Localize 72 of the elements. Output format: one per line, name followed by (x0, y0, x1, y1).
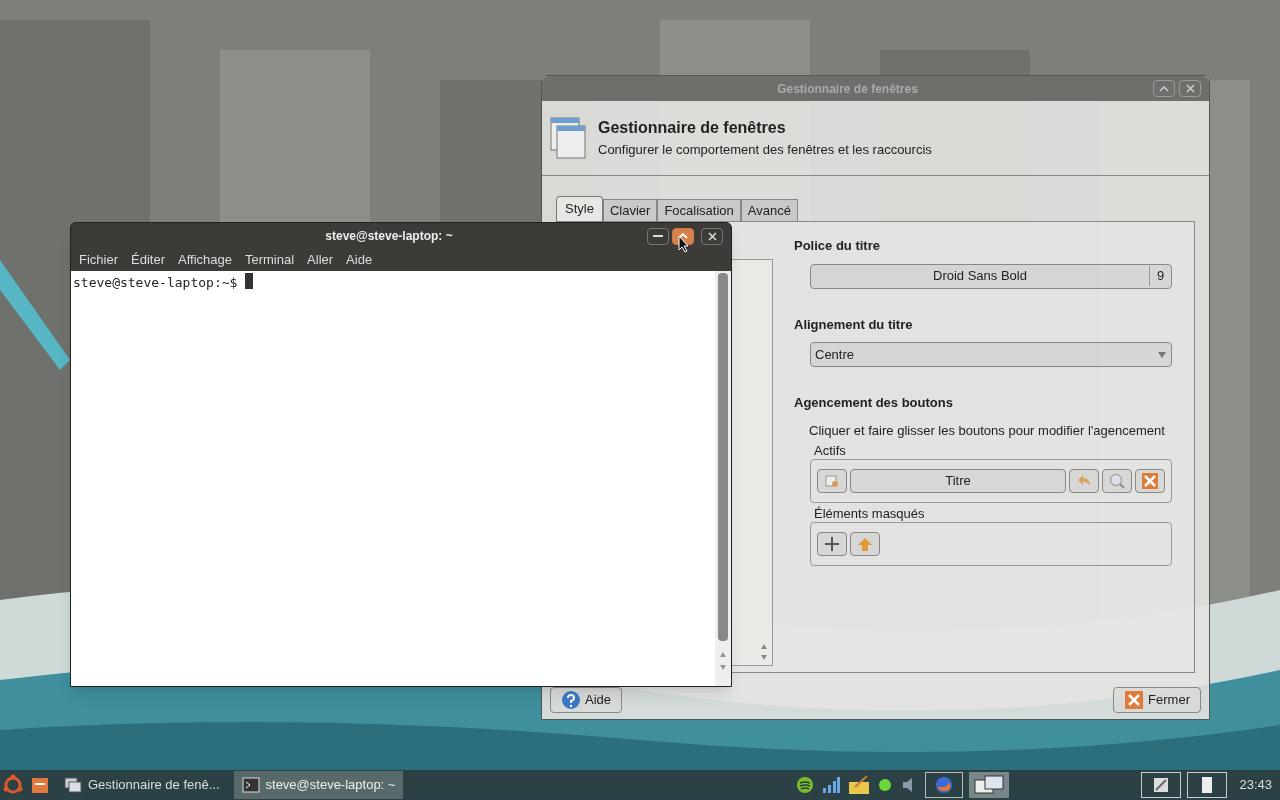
scroll-up-arrow-icon[interactable] (719, 651, 727, 658)
tab[interactable]: Clavier (602, 199, 658, 221)
scroll-down-arrow-icon[interactable] (719, 664, 727, 671)
field-label: Alignement du titre (794, 315, 914, 334)
close-icon (1124, 690, 1145, 710)
shade-button[interactable] (1069, 469, 1099, 493)
close-button[interactable] (1135, 469, 1165, 493)
field-label: Police du titre (794, 237, 881, 255)
help-icon (561, 690, 581, 710)
scroll-down-arrow-icon[interactable] (760, 654, 768, 661)
sheet-icon (1201, 776, 1214, 794)
tab[interactable]: Focalisation (657, 199, 741, 221)
windows-icon (974, 775, 1005, 795)
chevron-up-icon (678, 233, 688, 239)
plus-icon (823, 535, 841, 553)
notepad-icon[interactable] (847, 775, 872, 795)
window-switcher[interactable] (969, 772, 1010, 798)
window-menu-icon (823, 472, 841, 490)
ubuntu-logo-icon[interactable] (2, 774, 24, 796)
menu-item[interactable]: Éditer (131, 250, 165, 270)
up-arrow-icon (856, 535, 874, 553)
hide-button[interactable] (850, 532, 880, 556)
signal-bars-icon[interactable] (821, 775, 842, 795)
help-button[interactable]: Aide (550, 687, 623, 713)
windows-icon (550, 117, 586, 159)
font-button[interactable]: Droid Sans Bold 9 (810, 263, 1172, 289)
music-app-icon[interactable] (795, 775, 816, 795)
mouse-pointer-icon (678, 235, 690, 253)
minimize-button[interactable] (647, 227, 669, 245)
title-button[interactable]: Titre (850, 469, 1066, 493)
magnifier-icon (1108, 472, 1126, 490)
menu-item[interactable]: Aller (307, 250, 334, 270)
header-subtitle: Configurer le comportement des fenêtres et les raccourcis (598, 141, 932, 160)
text-cursor (245, 273, 254, 289)
close-button[interactable]: Fermer (1113, 687, 1201, 713)
close-icon (1185, 84, 1195, 93)
pencil-sheet-icon (1153, 777, 1170, 793)
menu-item[interactable]: Affichage (178, 250, 232, 270)
alignment-dropdown[interactable]: Centre (810, 342, 1172, 367)
taskbar-task[interactable]: steve@steve-laptop: ~ (233, 771, 404, 799)
menu-item[interactable]: Terminal (244, 250, 295, 270)
workspace-button[interactable] (1187, 772, 1228, 798)
header-title: Gestionnaire de fenêtres (598, 118, 787, 139)
clock: 23:43 (1238, 776, 1273, 795)
stick-button[interactable] (1102, 469, 1132, 493)
dropdown-arrow-icon (1157, 350, 1167, 359)
status-dot-icon[interactable] (877, 777, 894, 793)
prompt-text: steve@steve-laptop:~$ (73, 274, 238, 292)
window-title: steve@steve-laptop: ~ (324, 228, 454, 245)
browser-launcher[interactable] (925, 772, 964, 798)
hint-text: Cliquer et faire glisser les boutons pour modifier l'agencement (809, 421, 1166, 440)
close-icon (707, 231, 717, 241)
taskbar-task[interactable]: Gestionnaire de fenê... (56, 771, 228, 799)
close-icon (1141, 472, 1159, 490)
group-label: Actifs (814, 444, 847, 457)
close-button[interactable] (701, 227, 723, 245)
tab[interactable]: Avancé (740, 199, 798, 221)
minimize-icon (653, 234, 663, 238)
group-label: Éléments masqués (814, 507, 926, 520)
chevron-up-icon (1159, 85, 1169, 92)
workspace-button[interactable] (1141, 772, 1182, 798)
windows-icon (64, 777, 82, 793)
tab[interactable]: Style (556, 196, 603, 221)
terminal-icon (241, 777, 260, 793)
menu-button[interactable] (817, 469, 847, 493)
drawer-icon[interactable] (30, 775, 50, 795)
menu-item[interactable]: Aide (346, 250, 373, 270)
window-title: Gestionnaire de fenêtres (776, 80, 919, 98)
scroll-up-arrow-icon[interactable] (760, 643, 768, 650)
menu-item[interactable]: Fichier (79, 250, 118, 270)
section-heading: Agencement des boutons (794, 394, 954, 412)
globe-icon (935, 776, 954, 794)
